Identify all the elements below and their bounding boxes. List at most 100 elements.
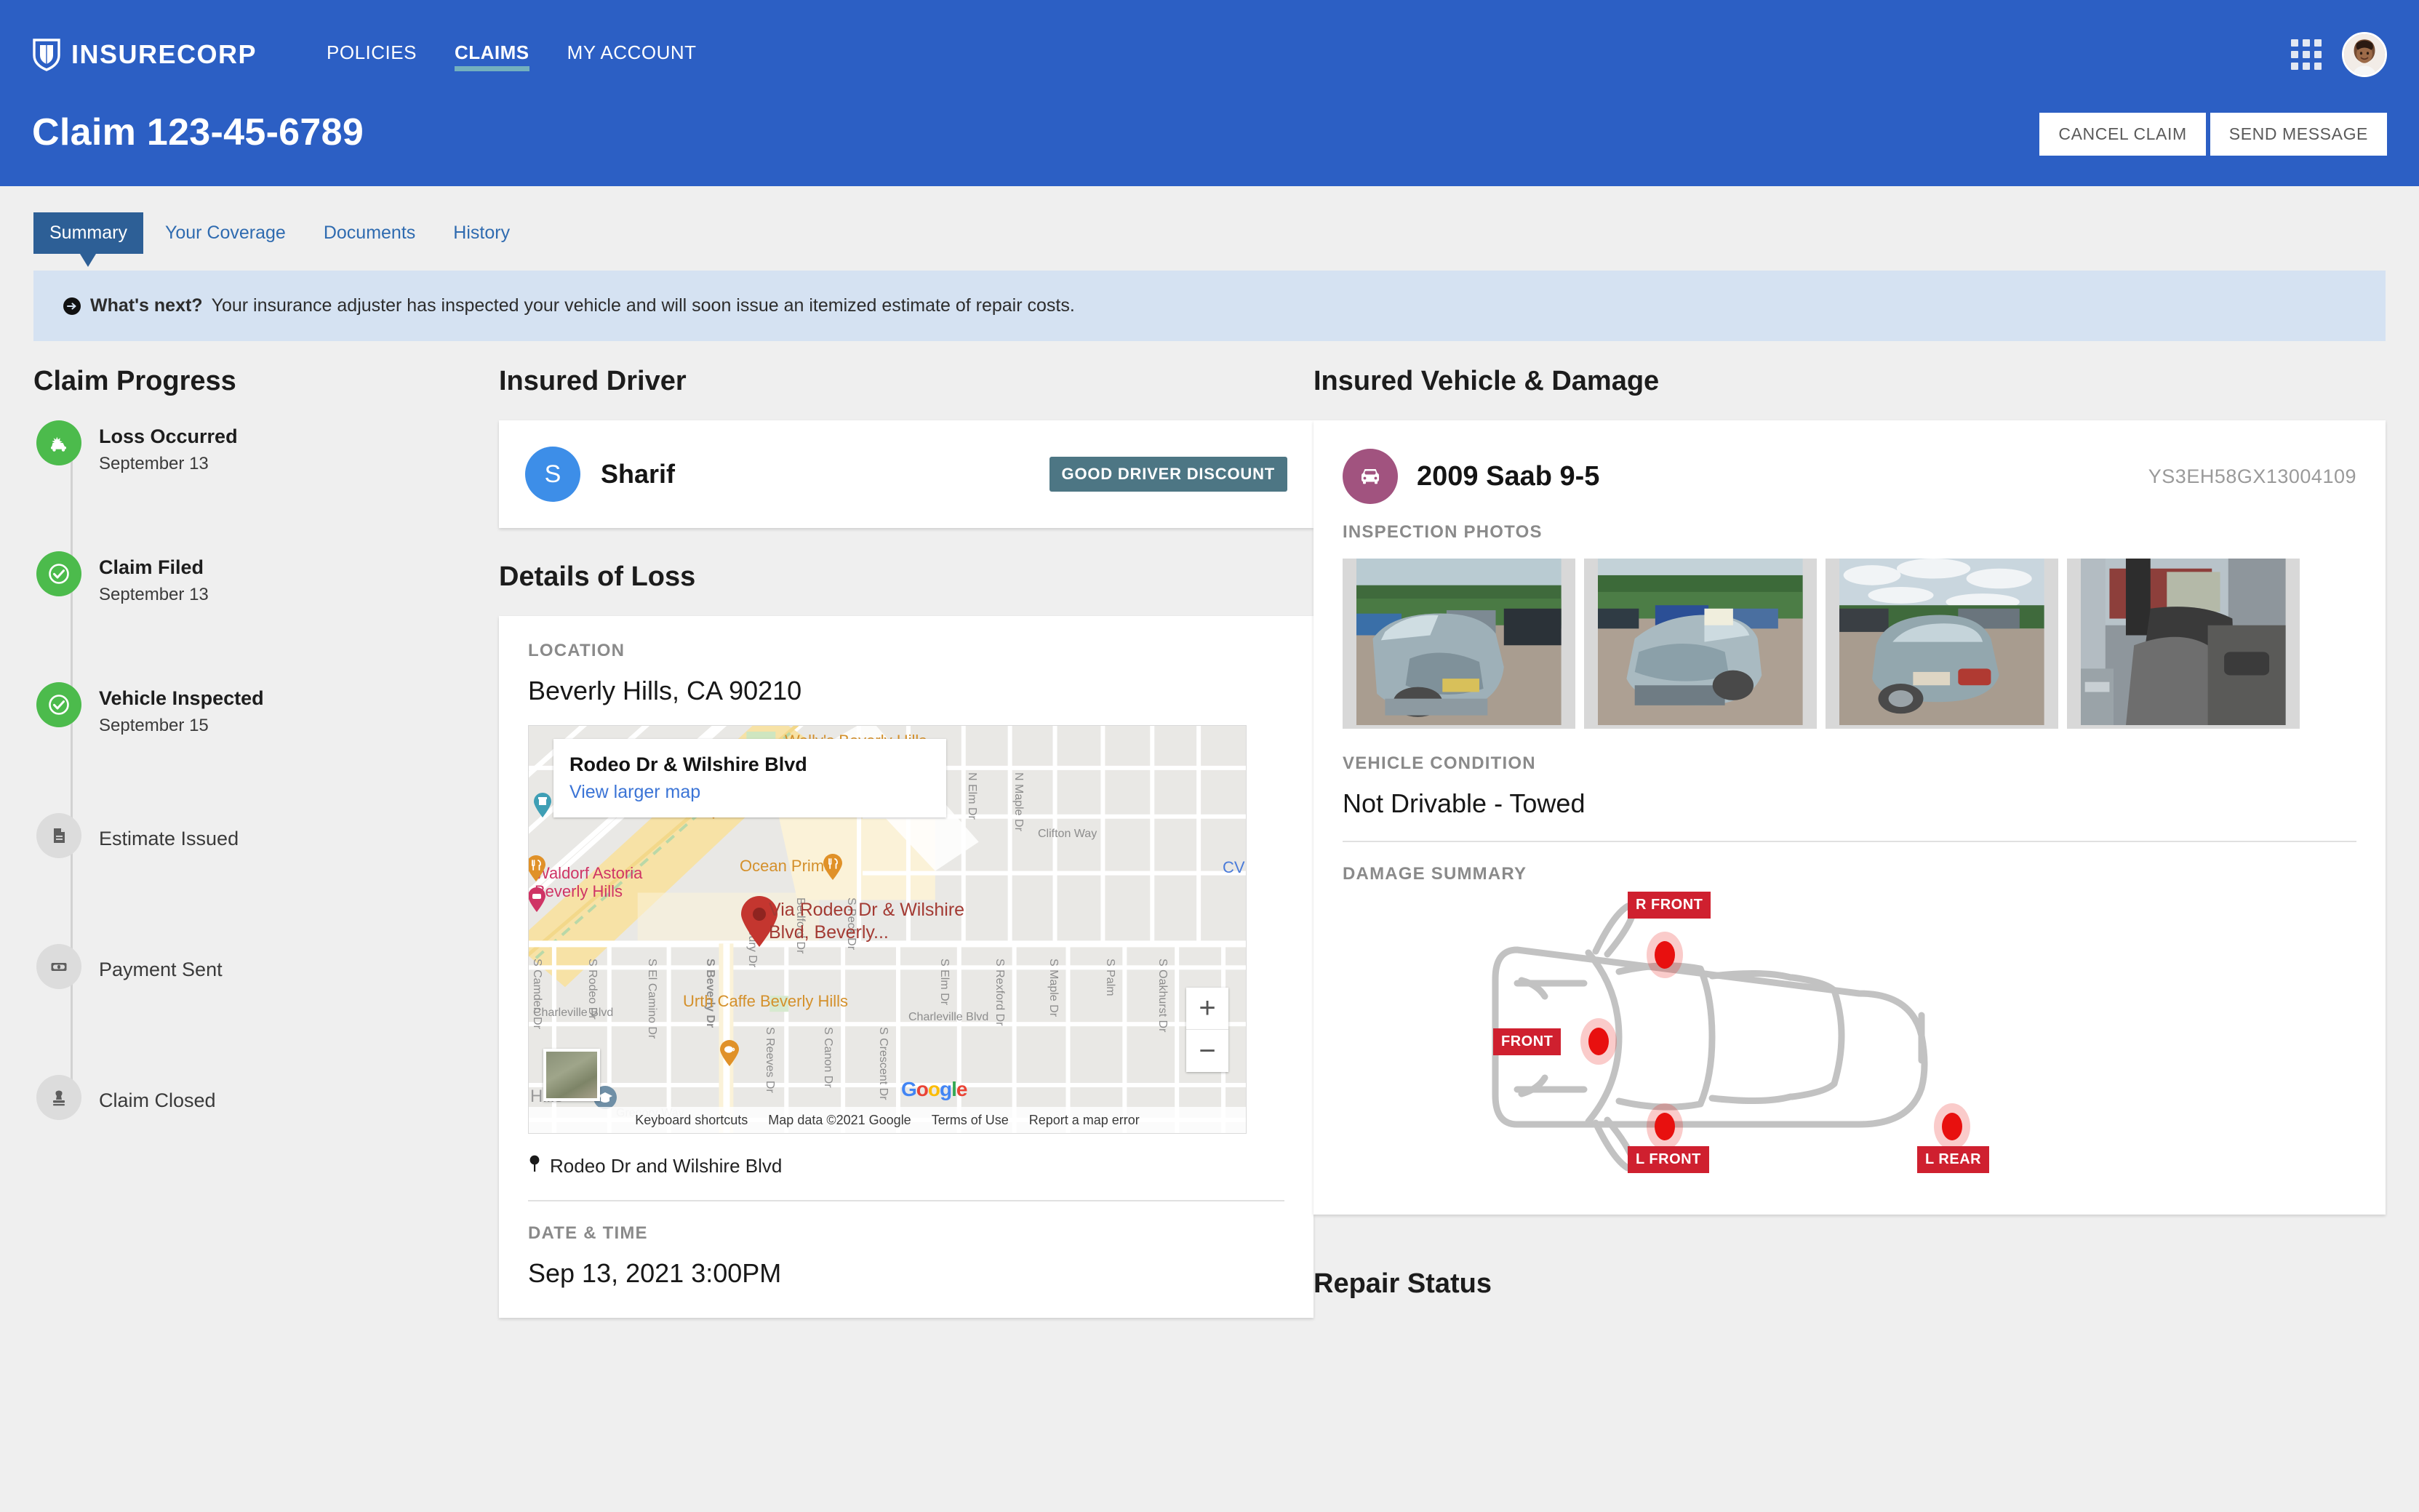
whats-next-banner: What's next? Your insurance adjuster has… <box>33 271 2386 341</box>
timeline-step-claim-closed[interactable]: Claim Closed <box>36 1075 499 1120</box>
loss-location-map[interactable]: Wally's Beverly Hills Mastro's Steakhous… <box>528 725 1247 1134</box>
timeline-step-date: September 13 <box>99 454 209 474</box>
banner-heading: What's next? <box>90 295 203 316</box>
vehicle-vin: YS3EH58GX13004109 <box>2148 465 2356 487</box>
map-street-label: S Palm <box>1104 959 1116 996</box>
tab-documents[interactable]: Documents <box>308 212 431 254</box>
map-street-label: S El Camino Dr <box>646 959 658 1039</box>
map-keyboard-shortcuts[interactable]: Keyboard shortcuts <box>635 1113 748 1128</box>
insured-driver-card: S Sharif GOOD DRIVER DISCOUNT <box>499 420 1314 528</box>
document-icon <box>36 813 81 858</box>
vehicle-condition-label: VEHICLE CONDITION <box>1343 753 1536 773</box>
location-label: LOCATION <box>528 641 625 660</box>
car-front-icon <box>1343 449 1398 504</box>
timeline-step-label: Payment Sent <box>99 959 223 980</box>
map-street-label: S Maple Dr <box>1047 959 1060 1017</box>
map-report-error-link[interactable]: Report a map error <box>1029 1113 1140 1128</box>
map-poi-cv: CV <box>1223 858 1245 876</box>
map-zoom-in-button[interactable]: + <box>1186 988 1228 1030</box>
header-utilities <box>2291 32 2387 77</box>
header-actions: CANCEL CLAIM SEND MESSAGE <box>2039 113 2387 175</box>
map-streetview-thumbnail[interactable] <box>543 1049 600 1101</box>
timeline-step-text: Loss Occurred September 13 <box>99 420 238 474</box>
divider <box>1343 841 2356 842</box>
map-poi-waldorf: Waldorf Astoria Beverly Hills <box>535 864 643 901</box>
timeline-step-payment-sent[interactable]: Payment Sent <box>36 944 499 1075</box>
location-value: Beverly Hills, CA 90210 <box>528 676 802 705</box>
brand-logo[interactable]: INSURECORP <box>32 38 257 71</box>
user-avatar[interactable] <box>2342 32 2387 77</box>
main-navigation: POLICIES CLAIMS MY ACCOUNT <box>327 39 696 71</box>
vehicle-name: 2009 Saab 9-5 <box>1417 460 1600 492</box>
map-street-label: N Elm Dr <box>966 772 978 820</box>
map-poi-urth-caffe: Urth Caffe Beverly Hills <box>683 992 848 1010</box>
timeline-step-text: Claim Filed September 13 <box>99 551 209 605</box>
inspection-photos-label: INSPECTION PHOTOS <box>1343 522 1543 542</box>
map-terms-of-use-link[interactable]: Terms of Use <box>932 1113 1009 1128</box>
good-driver-discount-badge: GOOD DRIVER DISCOUNT <box>1049 457 1287 492</box>
send-message-button[interactable]: SEND MESSAGE <box>2210 113 2387 156</box>
check-circle-icon <box>36 682 81 727</box>
map-zoom-out-button[interactable]: − <box>1186 1030 1228 1072</box>
inspection-photo-front-left-damage[interactable] <box>1343 559 1575 729</box>
inspection-photos-gallery <box>1343 559 2356 729</box>
main-content: Claim Progress Loss Occurred September 1… <box>0 341 2419 1318</box>
nav-item-policies[interactable]: POLICIES <box>327 41 417 71</box>
timeline-step-text: Payment Sent <box>99 944 223 983</box>
map-street-label: S Reeves Dr <box>764 1027 776 1093</box>
driver-avatar-initial: S <box>525 447 580 502</box>
map-pin-landmark <box>533 793 552 821</box>
repair-status-title: Repair Status <box>1314 1268 1492 1299</box>
loss-address-line: Rodeo Dr and Wilshire Blvd <box>528 1154 1284 1178</box>
nav-item-my-account[interactable]: MY ACCOUNT <box>567 41 697 71</box>
details-of-loss-title: Details of Loss <box>499 561 696 592</box>
insured-vehicle-card: 2009 Saab 9-5 YS3EH58GX13004109 INSPECTI… <box>1314 420 2386 1215</box>
shield-icon <box>32 38 61 71</box>
inspection-photo-rear-view[interactable] <box>1826 559 2058 729</box>
grid-apps-icon[interactable] <box>2291 39 2322 70</box>
map-data-attribution: Map data ©2021 Google <box>768 1112 911 1127</box>
timeline-step-claim-filed[interactable]: Claim Filed September 13 <box>36 551 499 682</box>
inspection-photo-interior[interactable] <box>2067 559 2300 729</box>
cancel-claim-button[interactable]: CANCEL CLAIM <box>2039 113 2206 156</box>
timeline-step-loss-occurred[interactable]: Loss Occurred September 13 <box>36 420 499 551</box>
arrow-circle-right-icon <box>63 297 81 316</box>
view-larger-map-link[interactable]: View larger map <box>569 782 927 803</box>
claim-progress-column: Claim Progress Loss Occurred September 1… <box>33 366 499 1318</box>
map-street-label: S Canon Dr <box>822 1027 834 1088</box>
timeline-step-label: Loss Occurred <box>99 425 238 447</box>
vehicle-condition-value: Not Drivable - Towed <box>1343 788 1586 818</box>
map-footer: Keyboard shortcuts Map data ©2021 Google… <box>529 1107 1246 1133</box>
damage-summary-label: DAMAGE SUMMARY <box>1343 864 1527 884</box>
datetime-label: DATE & TIME <box>528 1223 648 1243</box>
divider <box>528 1200 1284 1201</box>
tab-history[interactable]: History <box>437 212 526 254</box>
map-street-label: N Maple Dr <box>1012 772 1025 831</box>
timeline-step-date: September 15 <box>99 716 209 736</box>
vehicle-damage-column: Insured Vehicle & Damage 2009 Saab 9-5 Y <box>1314 366 2386 1318</box>
app-header: INSURECORP POLICIES CLAIMS MY ACCOUNT Cl… <box>0 0 2419 186</box>
driver-and-loss-column: Insured Driver S Sharif GOOD DRIVER DISC… <box>499 366 1314 1318</box>
timeline-step-vehicle-inspected[interactable]: Vehicle Inspected September 15 <box>36 682 499 813</box>
tab-summary[interactable]: Summary <box>33 212 143 267</box>
timeline-step-label: Vehicle Inspected <box>99 687 264 709</box>
insured-driver-title: Insured Driver <box>499 366 687 396</box>
map-street-label: Charleville Blvd <box>908 1011 989 1023</box>
timeline-step-date: September 13 <box>99 585 209 605</box>
damage-point-front <box>1580 1017 1618 1069</box>
timeline-step-estimate-issued[interactable]: Estimate Issued <box>36 813 499 944</box>
driver-name: Sharif <box>601 459 676 489</box>
loss-address-text: Rodeo Dr and Wilshire Blvd <box>550 1155 783 1177</box>
inspection-photo-front-angle-damage[interactable] <box>1584 559 1817 729</box>
map-street-label: Clifton Way <box>1038 828 1097 840</box>
datetime-value: Sep 13, 2021 3:00PM <box>528 1258 782 1288</box>
map-street-label: S Crescent Dr <box>877 1027 889 1100</box>
map-infobox-title: Rodeo Dr & Wilshire Blvd <box>569 753 807 775</box>
map-infobox: Rodeo Dr & Wilshire Blvd View larger map <box>553 739 946 817</box>
map-street-label: S Elm Dr <box>938 959 951 1005</box>
claim-title-row: Claim 123-45-6789 CANCEL CLAIM SEND MESS… <box>0 87 2419 175</box>
nav-item-claims[interactable]: CLAIMS <box>454 41 529 71</box>
damage-label-front: FRONT <box>1493 1028 1562 1055</box>
map-pin-restaurant <box>823 854 843 884</box>
tab-your-coverage[interactable]: Your Coverage <box>149 212 302 254</box>
